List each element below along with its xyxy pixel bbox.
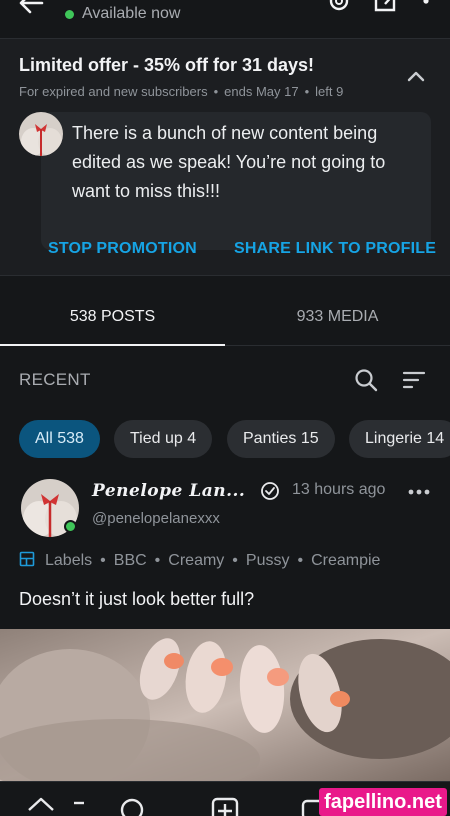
home-icon[interactable] xyxy=(26,796,56,816)
promo-subtitle: For expired and new subscribers • ends May… xyxy=(19,84,344,99)
labels-icon xyxy=(19,551,35,567)
more-vertical-icon[interactable] xyxy=(412,0,440,14)
post-timestamp: 13 hours ago xyxy=(292,481,386,498)
status-text: Available now xyxy=(82,5,181,22)
chevron-up-icon[interactable] xyxy=(404,65,428,89)
online-indicator xyxy=(64,520,77,533)
verified-badge-icon xyxy=(261,482,279,500)
settings-icon[interactable] xyxy=(325,0,353,14)
post-author-handle[interactable]: @penelopelanexxx xyxy=(92,510,220,527)
label-tag[interactable]: BBC xyxy=(114,552,147,569)
more-horizontal-icon[interactable] xyxy=(408,489,430,495)
search-icon[interactable] xyxy=(118,796,148,816)
promo-message: There is a bunch of new content being ed… xyxy=(72,123,386,201)
filter-chip-all[interactable]: All 538 xyxy=(19,420,100,458)
search-icon[interactable] xyxy=(354,368,378,392)
stop-promotion-button[interactable]: STOP PROMOTION xyxy=(48,240,197,258)
label-tag[interactable]: Creampie xyxy=(311,552,380,569)
add-post-icon[interactable] xyxy=(210,796,240,816)
share-icon[interactable] xyxy=(372,0,400,14)
promo-ends: ends May 17 xyxy=(224,84,299,99)
top-header: Available now xyxy=(0,0,450,30)
promo-title: Limited offer - 35% off for 31 days! xyxy=(19,55,315,75)
share-link-button[interactable]: SHARE LINK TO PROFILE xyxy=(234,240,436,258)
labels-title[interactable]: Labels xyxy=(45,552,92,569)
filter-chip-panties[interactable]: Panties 15 xyxy=(227,420,335,458)
promo-audience: For expired and new subscribers xyxy=(19,84,208,99)
back-arrow-icon[interactable] xyxy=(16,0,46,18)
avatar[interactable] xyxy=(19,112,63,156)
list-icon[interactable] xyxy=(70,796,100,816)
recent-label: RECENT xyxy=(19,370,91,389)
post-labels: Labels • BBC • Creamy • Pussy • Creampie xyxy=(19,551,380,573)
promo-left: left 9 xyxy=(315,84,344,99)
tab-media[interactable]: 933 MEDIA xyxy=(225,290,450,346)
post-author-name[interactable]: Penelope Lan... xyxy=(92,481,245,501)
tab-posts[interactable]: 538 POSTS xyxy=(0,290,225,346)
post-text: Doesn’t it just look better full? xyxy=(19,589,255,609)
online-status-dot xyxy=(65,10,74,19)
label-tag[interactable]: Creamy xyxy=(168,552,224,569)
label-tag[interactable]: Pussy xyxy=(246,552,290,569)
profile-tabs: 538 POSTS 933 MEDIA xyxy=(0,290,450,346)
post-media-image[interactable] xyxy=(0,629,450,781)
watermark: fapellino.net xyxy=(319,788,447,816)
filter-chip-lingerie[interactable]: Lingerie 14 xyxy=(349,420,450,458)
sort-filter-icon[interactable] xyxy=(402,370,426,390)
filter-chip-tied-up[interactable]: Tied up 4 xyxy=(114,420,213,458)
